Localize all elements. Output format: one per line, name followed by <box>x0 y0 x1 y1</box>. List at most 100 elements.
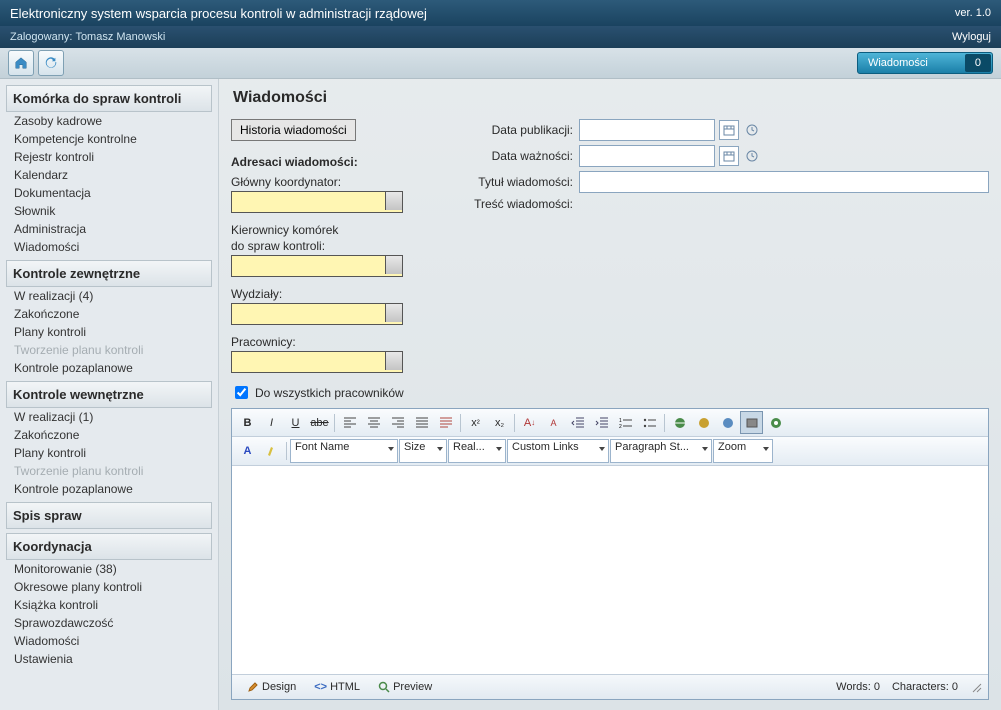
highlight-button[interactable] <box>260 440 283 463</box>
coordinator-label: Główny koordynator: <box>231 175 421 189</box>
nav-header[interactable]: Koordynacja <box>6 533 212 560</box>
nav-header[interactable]: Komórka do spraw kontroli <box>6 85 212 112</box>
realfont-combo[interactable]: Real... <box>448 439 506 463</box>
nav-item[interactable]: Monitorowanie (38) <box>6 560 212 578</box>
nav-item[interactable]: Dokumentacja <box>6 184 212 202</box>
align-none-button[interactable] <box>434 411 457 434</box>
nav-header[interactable]: Spis spraw <box>6 502 212 529</box>
nav-header[interactable]: Kontrole wewnętrzne <box>6 381 212 408</box>
nav-item[interactable]: Kontrole pozaplanowe <box>6 359 212 377</box>
sidebar: Komórka do spraw kontroliZasoby kadroweK… <box>0 79 219 710</box>
nav-item[interactable]: Sprawozdawczość <box>6 614 212 632</box>
subscript-button[interactable]: x₂ <box>488 411 511 434</box>
font-dec-button[interactable]: A <box>542 411 565 434</box>
resize-icon[interactable] <box>970 681 982 693</box>
italic-button[interactable]: I <box>260 411 283 434</box>
nav-item[interactable]: Kompetencje kontrolne <box>6 130 212 148</box>
user-name: Tomasz Manowski <box>75 31 165 43</box>
align-center-button[interactable] <box>362 411 385 434</box>
underline-button[interactable]: U <box>284 411 307 434</box>
pencil-icon <box>247 681 259 693</box>
all-employees-checkbox[interactable] <box>235 386 248 399</box>
app-title: Elektroniczny system wsparcia procesu ko… <box>10 6 427 21</box>
nav-item[interactable]: Książka kontroli <box>6 596 212 614</box>
nav-header[interactable]: Kontrole zewnętrzne <box>6 260 212 287</box>
expdate-input[interactable] <box>579 145 715 167</box>
employees-label: Pracownicy: <box>231 335 421 349</box>
design-tab[interactable]: Design <box>238 678 305 696</box>
code-icon: <> <box>314 681 327 693</box>
image-button[interactable] <box>692 411 715 434</box>
nav-item[interactable]: Zakończone <box>6 305 212 323</box>
nav-item[interactable]: Wiadomości <box>6 238 212 256</box>
toolbar-top: Wiadomości 0 <box>0 48 1001 79</box>
nav-item[interactable]: Zakończone <box>6 426 212 444</box>
nav-item[interactable]: Plany kontroli <box>6 323 212 341</box>
managers-select[interactable] <box>231 255 403 277</box>
editor-textarea[interactable] <box>232 466 988 674</box>
parastyle-combo[interactable]: Paragraph St... <box>610 439 712 463</box>
customlinks-combo[interactable]: Custom Links <box>507 439 609 463</box>
recipients-section-label: Adresaci wiadomości: <box>231 155 421 169</box>
nav-item[interactable]: W realizacji (4) <box>6 287 212 305</box>
outdent-button[interactable] <box>566 411 589 434</box>
align-left-button[interactable] <box>338 411 361 434</box>
module-button[interactable] <box>740 411 763 434</box>
indent-button[interactable] <box>590 411 613 434</box>
unordered-list-button[interactable] <box>638 411 661 434</box>
logout-link[interactable]: Wyloguj <box>952 31 991 43</box>
font-inc-button[interactable]: A↓ <box>518 411 541 434</box>
pubdate-input[interactable] <box>579 119 715 141</box>
clock-icon <box>745 123 759 137</box>
title-input[interactable] <box>579 171 989 193</box>
superscript-button[interactable]: x² <box>464 411 487 434</box>
editor-footer: Design <> HTML Preview Words: 0 Characte… <box>232 674 988 699</box>
expdate-label: Data ważności: <box>451 149 579 163</box>
media-button[interactable] <box>716 411 739 434</box>
pubdate-label: Data publikacji: <box>451 123 579 137</box>
all-employees-row[interactable]: Do wszystkich pracowników <box>231 383 421 402</box>
align-justify-button[interactable] <box>410 411 433 434</box>
nav-item[interactable]: Rejestr kontroli <box>6 148 212 166</box>
richtext-editor: B I U abe x² x₂ A↓ A <box>231 408 989 700</box>
fontcolor-button[interactable]: A <box>236 440 259 463</box>
nav-item[interactable]: Administracja <box>6 220 212 238</box>
editor-toolbar-2: A Font Name Size Real... Custom Links Pa… <box>232 437 988 466</box>
history-button[interactable]: Historia wiadomości <box>231 119 356 141</box>
nav-item: Tworzenie planu kontroli <box>6 341 212 359</box>
pubdate-clock-button[interactable] <box>743 121 761 139</box>
clock-icon <box>745 149 759 163</box>
nav-item[interactable]: Ustawienia <box>6 650 212 668</box>
magnifier-icon <box>378 681 390 693</box>
fontsize-combo[interactable]: Size <box>399 439 447 463</box>
align-right-button[interactable] <box>386 411 409 434</box>
nav-item[interactable]: Kontrole pozaplanowe <box>6 480 212 498</box>
preview-tab[interactable]: Preview <box>369 678 441 696</box>
zoom-combo[interactable]: Zoom <box>713 439 773 463</box>
nav-item[interactable]: Wiadomości <box>6 632 212 650</box>
nav-item[interactable]: Plany kontroli <box>6 444 212 462</box>
link-button[interactable] <box>668 411 691 434</box>
expdate-calendar-button[interactable] <box>719 146 739 166</box>
nav-item[interactable]: Kalendarz <box>6 166 212 184</box>
help-button[interactable] <box>764 411 787 434</box>
coordinator-select[interactable] <box>231 191 403 213</box>
strike-button[interactable]: abe <box>308 411 331 434</box>
departments-label: Wydziały: <box>231 287 421 301</box>
refresh-button[interactable] <box>38 50 64 76</box>
ordered-list-button[interactable]: 12 <box>614 411 637 434</box>
nav-item[interactable]: Zasoby kadrowe <box>6 112 212 130</box>
home-button[interactable] <box>8 50 34 76</box>
pubdate-calendar-button[interactable] <box>719 120 739 140</box>
main-content: Wiadomości Historia wiadomości Adresaci … <box>219 79 1001 710</box>
expdate-clock-button[interactable] <box>743 147 761 165</box>
departments-select[interactable] <box>231 303 403 325</box>
nav-item[interactable]: W realizacji (1) <box>6 408 212 426</box>
messages-counter[interactable]: Wiadomości 0 <box>857 52 993 74</box>
nav-item[interactable]: Okresowe plany kontroli <box>6 578 212 596</box>
employees-select[interactable] <box>231 351 403 373</box>
html-tab[interactable]: <> HTML <box>305 678 369 696</box>
bold-button[interactable]: B <box>236 411 259 434</box>
fontname-combo[interactable]: Font Name <box>290 439 398 463</box>
nav-item[interactable]: Słownik <box>6 202 212 220</box>
